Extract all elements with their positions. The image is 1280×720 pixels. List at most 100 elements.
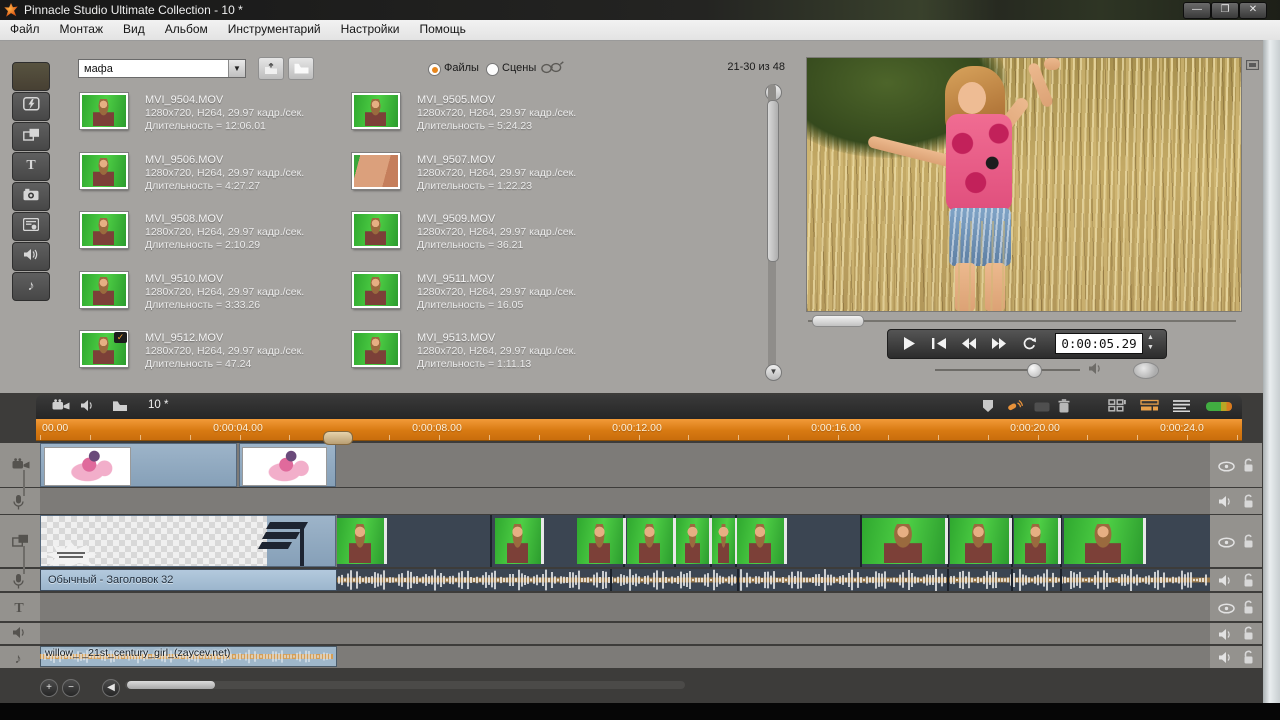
- file-thumbnail[interactable]: [352, 272, 400, 308]
- folder-dropdown[interactable]: мафа: [78, 59, 246, 78]
- loop-button[interactable]: [1016, 334, 1042, 352]
- clip-video-1[interactable]: [40, 443, 237, 487]
- preview-video[interactable]: [806, 57, 1242, 312]
- file-name[interactable]: MVI_9508.MOV: [145, 213, 223, 225]
- lock-icon[interactable]: [1242, 458, 1255, 478]
- sidebar-tab-transitions[interactable]: [12, 92, 50, 121]
- lock-icon[interactable]: [1242, 650, 1255, 670]
- file-name[interactable]: MVI_9512.MOV: [145, 332, 223, 344]
- speaker-icon[interactable]: [1218, 574, 1234, 592]
- zoom-in-button[interactable]: +: [40, 679, 58, 697]
- file-thumbnail[interactable]: [80, 153, 128, 189]
- menu-item-Инструментарий[interactable]: Инструментарий: [218, 20, 331, 39]
- file-name[interactable]: MVI_9505.MOV: [417, 94, 495, 106]
- file-thumbnail[interactable]: ✓: [80, 331, 128, 367]
- sidebar-tab-videos[interactable]: [12, 62, 50, 91]
- minimize-button[interactable]: —: [1183, 2, 1211, 19]
- greenscreen-thumbnail[interactable]: [337, 518, 387, 564]
- timecode-up-button[interactable]: ▲: [1144, 333, 1157, 342]
- list-view-icon[interactable]: [1172, 399, 1191, 417]
- greenscreen-thumbnail[interactable]: [1014, 518, 1061, 564]
- file-name[interactable]: MVI_9509.MOV: [417, 213, 495, 225]
- greenscreen-thumbnail[interactable]: [712, 518, 738, 564]
- sidebar-tab-disc-menus[interactable]: [12, 212, 50, 241]
- file-name[interactable]: MVI_9510.MOV: [145, 273, 223, 285]
- eye-icon[interactable]: [1218, 459, 1235, 477]
- album-scrollbar-thumb[interactable]: [767, 100, 779, 262]
- mute-button[interactable]: [1088, 362, 1103, 380]
- timecode-down-button[interactable]: ▼: [1144, 343, 1157, 352]
- timeline-folder-icon[interactable]: [112, 399, 128, 417]
- sidebar-tab-photos[interactable]: [12, 182, 50, 211]
- file-thumbnail[interactable]: [80, 93, 128, 129]
- step-back-button[interactable]: [956, 334, 982, 352]
- timeline-ruler[interactable]: 00.000:00:04.000:00:08.000:00:12.000:00:…: [36, 419, 1242, 441]
- greenscreen-thumbnail[interactable]: [577, 518, 626, 564]
- timeline-speaker-icon[interactable]: [80, 399, 96, 417]
- file-thumbnail[interactable]: [80, 272, 128, 308]
- eye-icon[interactable]: [1218, 535, 1235, 553]
- radio-files[interactable]: [428, 63, 441, 76]
- menu-item-Файл[interactable]: Файл: [0, 20, 50, 39]
- timecode-display[interactable]: 0:00:05.29: [1055, 333, 1143, 354]
- greenscreen-thumbnail[interactable]: [1064, 518, 1146, 564]
- sidebar-tab-music[interactable]: ♪: [12, 272, 50, 301]
- fullscreen-icon[interactable]: [1246, 57, 1259, 75]
- close-button[interactable]: ✕: [1239, 2, 1267, 19]
- scene-detect-button[interactable]: [540, 60, 564, 79]
- lock-icon[interactable]: [1242, 494, 1255, 514]
- timeline-view-icon[interactable]: [1140, 399, 1159, 417]
- sidebar-tab-titles[interactable]: T: [12, 152, 50, 181]
- timeline-scrollbar-thumb[interactable]: [127, 681, 215, 689]
- lock-icon[interactable]: [1242, 573, 1255, 593]
- speaker-icon[interactable]: [1218, 651, 1234, 669]
- voiceover-icon[interactable]: [1006, 399, 1024, 419]
- eye-icon[interactable]: [1218, 601, 1235, 619]
- step-forward-button[interactable]: [986, 334, 1012, 352]
- greenscreen-thumbnail[interactable]: [737, 518, 787, 564]
- speaker-icon[interactable]: [1218, 495, 1234, 513]
- file-thumbnail[interactable]: [352, 331, 400, 367]
- track-video-audio[interactable]: [40, 488, 1210, 514]
- dvd-disc-button[interactable]: [1133, 362, 1159, 379]
- audio-meter-icon[interactable]: [1206, 402, 1232, 411]
- trash-icon[interactable]: [1058, 399, 1070, 418]
- scroll-left-button[interactable]: ◀: [102, 679, 120, 697]
- lock-icon[interactable]: [1242, 534, 1255, 554]
- greenscreen-thumbnail[interactable]: [495, 518, 544, 564]
- preview-scrub-thumb[interactable]: [812, 315, 864, 327]
- razor-icon[interactable]: [1034, 399, 1050, 417]
- file-thumbnail[interactable]: [352, 93, 400, 129]
- marker-icon[interactable]: [982, 399, 994, 418]
- file-name[interactable]: MVI_9511.MOV: [417, 273, 494, 285]
- file-name[interactable]: MVI_9513.MOV: [417, 332, 495, 344]
- greenscreen-thumbnail[interactable]: [862, 518, 948, 564]
- menu-item-Настройки[interactable]: Настройки: [331, 20, 410, 39]
- play-button[interactable]: [896, 334, 922, 352]
- lock-icon[interactable]: [1242, 600, 1255, 620]
- lock-icon[interactable]: [1242, 626, 1255, 646]
- greenscreen-thumbnail[interactable]: [627, 518, 676, 564]
- folder-up-button[interactable]: [258, 57, 284, 80]
- storyboard-view-icon[interactable]: [1108, 399, 1126, 417]
- radio-scenes[interactable]: [486, 63, 499, 76]
- clip-title[interactable]: Обычный - Заголовок 32: [40, 569, 337, 591]
- dropdown-arrow-icon[interactable]: ▼: [228, 60, 245, 77]
- file-thumbnail[interactable]: [80, 212, 128, 248]
- sidebar-tab-montage[interactable]: [12, 122, 50, 151]
- file-thumbnail[interactable]: [352, 212, 400, 248]
- clip-music[interactable]: willow_-_21st_century_girl_(zaycev.net): [40, 646, 337, 667]
- clip-overlay-logo[interactable]: [40, 515, 336, 567]
- file-name[interactable]: MVI_9506.MOV: [145, 154, 223, 166]
- menu-item-Помощь[interactable]: Помощь: [409, 20, 475, 39]
- sidebar-tab-sound-effects[interactable]: [12, 242, 50, 271]
- menu-item-Альбом[interactable]: Альбом: [155, 20, 218, 39]
- volume-slider-knob[interactable]: [1027, 363, 1042, 378]
- open-folder-button[interactable]: [288, 57, 314, 80]
- track-sound-effects[interactable]: [40, 623, 1210, 644]
- volume-slider-track[interactable]: [935, 369, 1080, 371]
- greenscreen-thumbnail[interactable]: [950, 518, 1012, 564]
- menu-item-Вид[interactable]: Вид: [113, 20, 155, 39]
- preview-scrub-track[interactable]: [808, 320, 1236, 322]
- track-title[interactable]: [40, 593, 1210, 621]
